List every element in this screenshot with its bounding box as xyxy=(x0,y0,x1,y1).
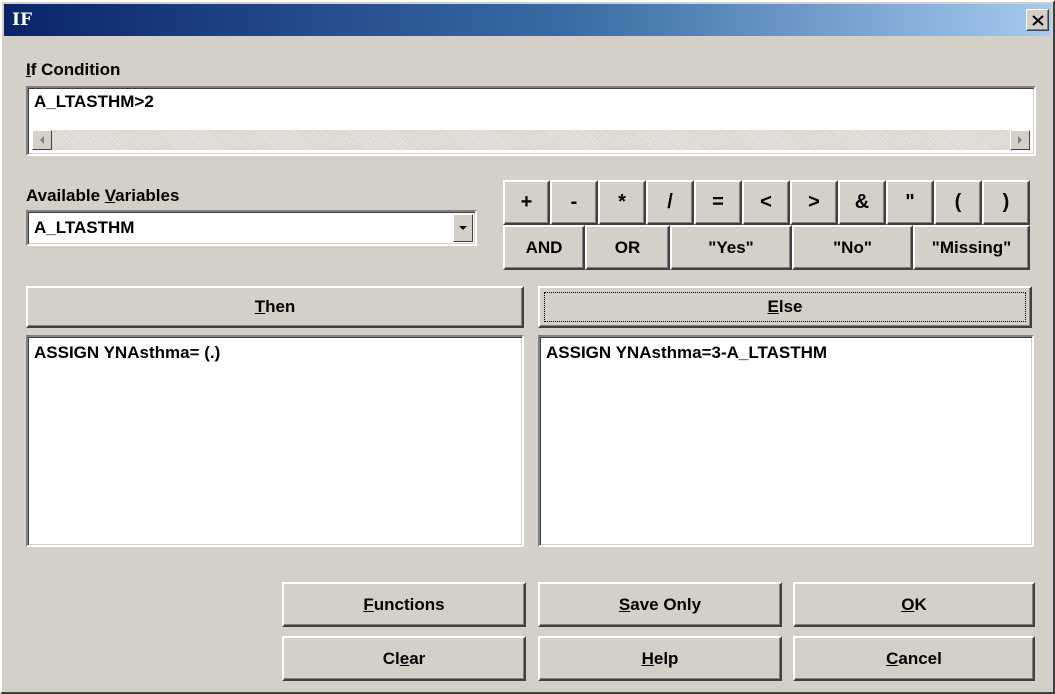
op-minus-button[interactable]: - xyxy=(550,180,598,225)
available-variables-value: A_LTASTHM xyxy=(34,218,135,237)
op-ampersand-button[interactable]: & xyxy=(838,180,886,225)
else-button[interactable]: Else xyxy=(538,286,1032,328)
if-dialog: IF If Condition A_LTASTHM>2 Available Va… xyxy=(0,0,1055,694)
chevron-down-icon xyxy=(459,226,467,230)
available-variables-combo[interactable]: A_LTASTHM xyxy=(26,210,477,246)
save-only-button[interactable]: Save Only xyxy=(538,582,782,627)
op-quote-button[interactable]: " xyxy=(886,180,934,225)
else-text: ASSIGN YNAsthma=3-A_LTASTHM xyxy=(546,343,828,362)
cancel-button[interactable]: Cancel xyxy=(793,636,1035,681)
clear-button[interactable]: Cl e ar xyxy=(282,636,526,681)
window-title: IF xyxy=(12,10,33,30)
arrow-left-icon xyxy=(40,136,44,144)
yes-button[interactable]: "Yes" xyxy=(670,225,792,270)
missing-button[interactable]: "Missing" xyxy=(913,225,1030,270)
then-text: ASSIGN YNAsthma= (.) xyxy=(34,343,221,362)
else-textarea[interactable]: ASSIGN YNAsthma=3-A_LTASTHM xyxy=(538,335,1034,547)
available-variables-label: Available Variables xyxy=(26,186,180,205)
scroll-left-button[interactable] xyxy=(32,130,52,150)
op-less-than-button[interactable]: < xyxy=(742,180,790,225)
then-button[interactable]: Then xyxy=(26,286,524,328)
op-equals-button[interactable]: = xyxy=(694,180,742,225)
op-and-button[interactable]: AND xyxy=(503,225,585,270)
op-or-button[interactable]: OR xyxy=(585,225,670,270)
condition-hscrollbar[interactable] xyxy=(32,130,1030,150)
arrow-right-icon xyxy=(1018,136,1022,144)
op-close-paren-button[interactable]: ) xyxy=(982,180,1030,225)
if-condition-value: A_LTASTHM>2 xyxy=(34,92,154,111)
op-divide-button[interactable]: / xyxy=(646,180,694,225)
no-button[interactable]: "No" xyxy=(792,225,913,270)
help-button[interactable]: Help xyxy=(538,636,782,681)
title-bar[interactable]: IF xyxy=(4,4,1051,36)
close-button[interactable] xyxy=(1026,9,1049,31)
close-icon xyxy=(1031,14,1044,26)
if-condition-label: If Condition xyxy=(26,60,121,79)
functions-button[interactable]: Functions xyxy=(282,582,526,627)
dropdown-button[interactable] xyxy=(453,214,473,242)
ok-button[interactable]: OK xyxy=(793,582,1035,627)
op-plus-button[interactable]: + xyxy=(503,180,550,225)
if-condition-input[interactable]: A_LTASTHM>2 xyxy=(26,86,1036,156)
op-open-paren-button[interactable]: ( xyxy=(934,180,982,225)
scroll-right-button[interactable] xyxy=(1010,130,1030,150)
op-multiply-button[interactable]: * xyxy=(598,180,646,225)
op-greater-than-button[interactable]: > xyxy=(790,180,838,225)
then-textarea[interactable]: ASSIGN YNAsthma= (.) xyxy=(26,335,524,547)
